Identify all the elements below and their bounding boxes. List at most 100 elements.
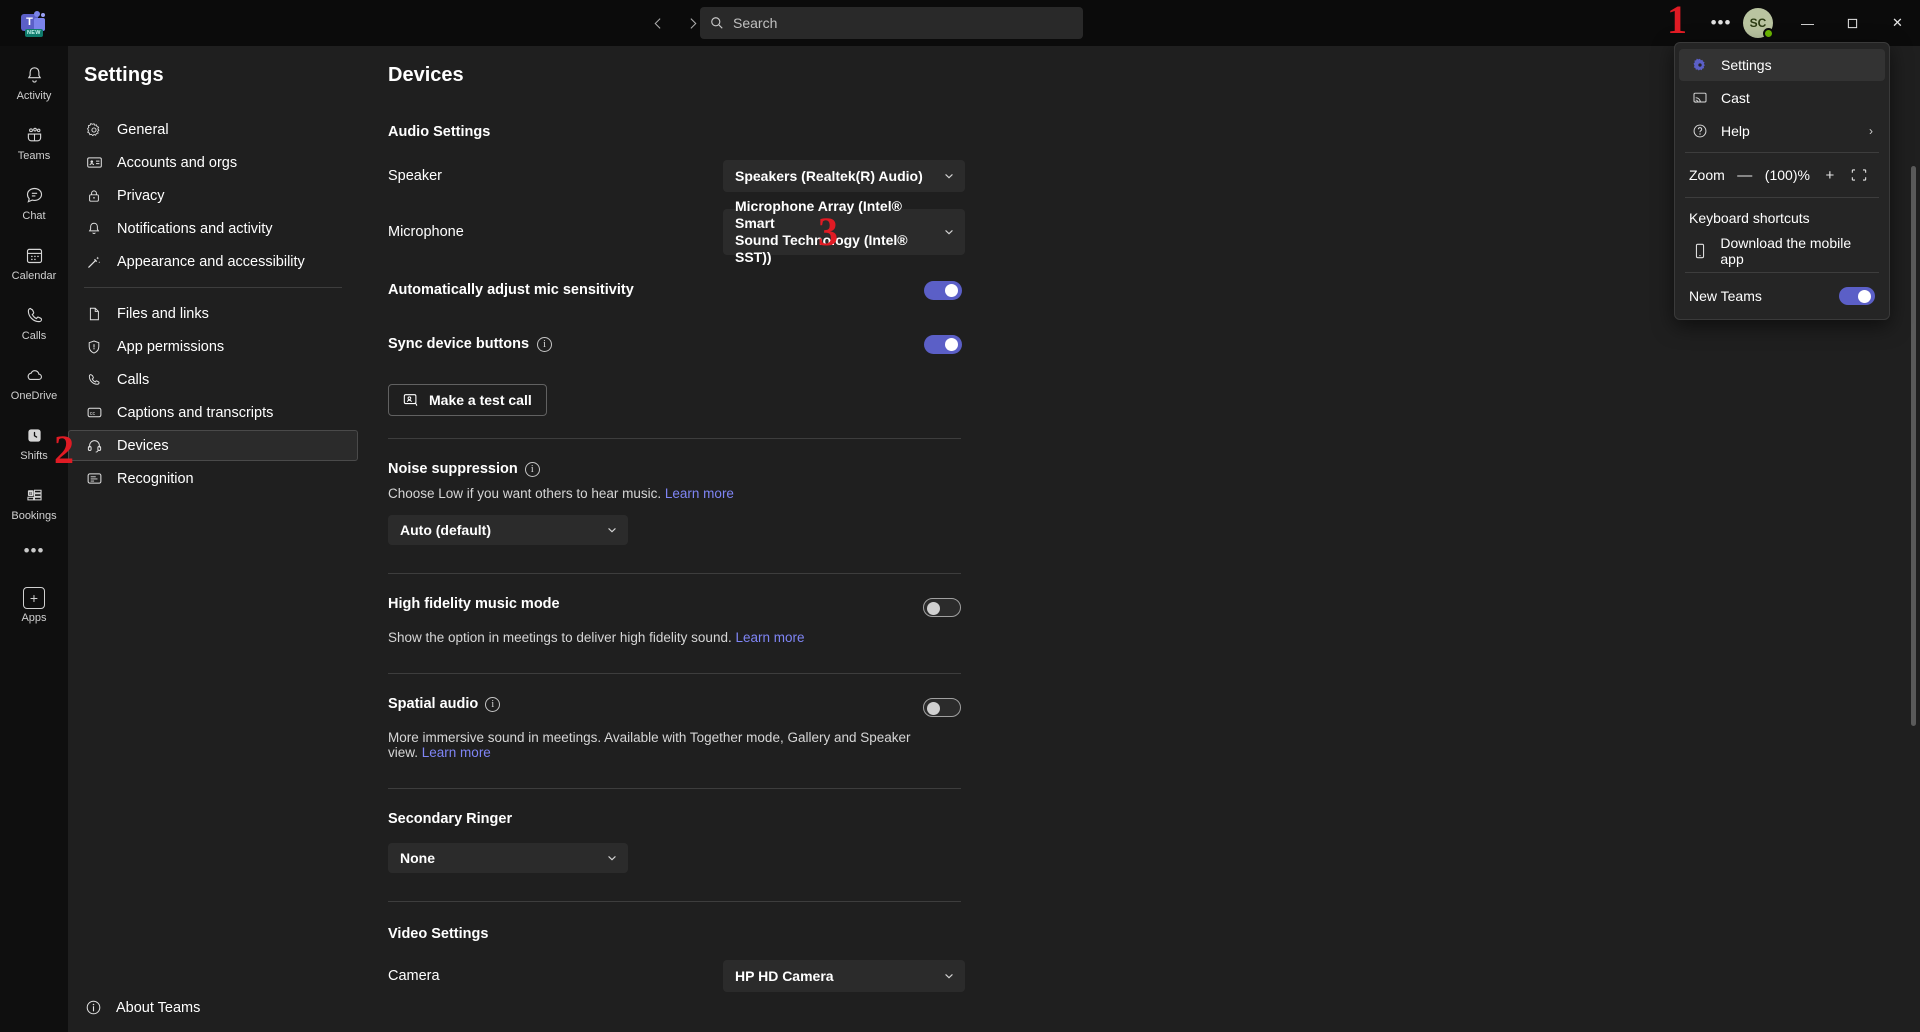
rail-item-calls[interactable]: Calls <box>2 294 66 352</box>
menu-label-help: Help <box>1721 123 1750 139</box>
sidebar-item-files-and-links[interactable]: Files and links <box>68 298 358 329</box>
sidebar-label-privacy: Privacy <box>117 187 165 204</box>
menu-item-cast[interactable]: Cast <box>1679 82 1885 114</box>
spatial-audio-toggle[interactable] <box>923 698 961 717</box>
rail-item-shifts[interactable]: Shifts <box>2 414 66 472</box>
secondary-ringer-dropdown[interactable]: None <box>388 843 628 873</box>
sync-device-buttons-label: Sync device buttons <box>388 336 530 352</box>
sidebar-label-appearance-and-accessibility: Appearance and accessibility <box>117 253 305 270</box>
noise-suppression-learn-more-link[interactable]: Learn more <box>665 486 734 501</box>
sidebar-label-captions-and-transcripts: Captions and transcripts <box>117 404 274 421</box>
rail-item-activity[interactable]: Activity <box>2 54 66 112</box>
bookings-icon: B <box>24 485 45 507</box>
menu-divider-2 <box>1685 197 1879 198</box>
sidebar-item-calls[interactable]: Calls <box>68 364 358 395</box>
info-icon[interactable]: i <box>485 696 501 712</box>
auto-mic-sensitivity-toggle[interactable] <box>924 280 962 300</box>
nav-divider-1 <box>84 287 342 288</box>
auto-mic-toggle-wrap <box>924 280 962 300</box>
divider-1 <box>388 438 961 439</box>
fullscreen-icon[interactable] <box>1850 168 1868 182</box>
sidebar-item-privacy[interactable]: Privacy <box>68 180 358 211</box>
more-options-button[interactable]: ••• <box>1703 7 1739 39</box>
search-input[interactable]: Search <box>733 15 777 31</box>
zoom-in-button[interactable]: + <box>1823 167 1837 184</box>
shield-icon <box>85 339 103 355</box>
secondary-ringer-title: Secondary Ringer <box>388 811 513 827</box>
noise-suppression-desc-text: Choose Low if you want others to hear mu… <box>388 486 662 501</box>
maximize-button[interactable] <box>1830 0 1875 46</box>
rail-label-calendar: Calendar <box>11 269 57 282</box>
sidebar-item-app-permissions[interactable]: App permissions <box>68 331 358 362</box>
chevron-down-icon <box>606 524 618 536</box>
contact-card-icon <box>85 154 103 171</box>
search-icon <box>710 16 724 30</box>
rail-item-teams[interactable]: Teams <box>2 114 66 172</box>
make-test-call-button[interactable]: Make a test call <box>388 384 547 416</box>
file-icon <box>85 306 103 322</box>
high-fidelity-title: High fidelity music mode <box>388 596 560 612</box>
divider-4 <box>388 788 961 789</box>
menu-item-keyboard-shortcuts[interactable]: Keyboard shortcuts <box>1675 203 1889 233</box>
menu-zoom-row: Zoom — (100)% + <box>1675 158 1889 192</box>
page-title: Settings <box>84 63 164 86</box>
new-teams-toggle[interactable] <box>1839 287 1875 305</box>
menu-item-settings[interactable]: Settings <box>1679 49 1885 81</box>
video-settings-title: Video Settings <box>388 926 489 942</box>
spatial-audio-block: Spatial audio i More immersive sound in … <box>388 696 961 760</box>
speaker-dropdown-wrap: Speakers (Realtek(R) Audio) <box>723 160 965 192</box>
menu-label-settings: Settings <box>1721 57 1772 73</box>
noise-suppression-dropdown[interactable]: Auto (default) <box>388 515 628 545</box>
avatar[interactable]: SC <box>1743 8 1774 39</box>
settings-panel-header: Settings <box>68 46 358 104</box>
camera-dropdown[interactable]: HP HD Camera <box>723 960 965 992</box>
rail-item-apps[interactable]: + Apps <box>2 576 66 634</box>
rail-item-onedrive[interactable]: OneDrive <box>2 354 66 412</box>
spatial-audio-learn-more-link[interactable]: Learn more <box>422 745 491 760</box>
sidebar-item-appearance-and-accessibility[interactable]: Appearance and accessibility <box>68 246 358 277</box>
microphone-dropdown[interactable]: Microphone Array (Intel® Smart Sound Tec… <box>723 198 965 265</box>
info-icon[interactable]: i <box>537 336 553 352</box>
sidebar-item-recognition[interactable]: Recognition <box>68 463 358 494</box>
minimize-button[interactable]: — <box>1785 0 1830 46</box>
sidebar-item-notifications-and-activity[interactable]: Notifications and activity <box>68 213 358 244</box>
title-bar: T NEW Search ••• SC — ✕ <box>0 0 1920 46</box>
devices-settings-content: Audio Settings Speaker Speakers (Realtek… <box>388 104 1088 992</box>
sidebar-item-devices[interactable]: Devices <box>68 430 358 461</box>
microphone-value-line1: Microphone Array (Intel® Smart <box>735 198 902 231</box>
sidebar-item-general[interactable]: General <box>68 114 358 145</box>
avatar-initials: SC <box>1749 16 1767 30</box>
sidebar-label-files-and-links: Files and links <box>117 305 209 322</box>
back-button[interactable] <box>642 7 674 39</box>
rail-item-chat[interactable]: Chat <box>2 174 66 232</box>
rail-more-button[interactable]: ••• <box>2 534 66 568</box>
new-teams-label: New Teams <box>1689 288 1762 304</box>
speaker-dropdown[interactable]: Speakers (Realtek(R) Audio) <box>723 160 965 192</box>
bell-icon <box>85 221 103 237</box>
search-box[interactable]: Search <box>700 7 1083 39</box>
svg-text:B: B <box>29 491 32 497</box>
sidebar-label-recognition: Recognition <box>117 470 194 487</box>
sync-device-buttons-toggle[interactable] <box>924 334 962 354</box>
menu-item-download-mobile-app[interactable]: Download the mobile app <box>1679 235 1885 267</box>
info-icon[interactable]: i <box>524 461 540 477</box>
high-fidelity-learn-more-link[interactable]: Learn more <box>735 630 804 645</box>
cloud-icon <box>23 365 45 387</box>
menu-label-cast: Cast <box>1721 90 1750 106</box>
rail-item-bookings[interactable]: B Bookings <box>2 474 66 532</box>
close-button[interactable]: ✕ <box>1875 0 1920 46</box>
sidebar-item-accounts-and-orgs[interactable]: Accounts and orgs <box>68 147 358 178</box>
rail-item-calendar[interactable]: Calendar <box>2 234 66 292</box>
high-fidelity-toggle[interactable] <box>923 598 961 617</box>
main-scrollbar[interactable] <box>1911 166 1916 726</box>
calendar-icon <box>24 245 45 267</box>
sidebar-item-captions-and-transcripts[interactable]: cc Captions and transcripts <box>68 397 358 428</box>
menu-item-help[interactable]: Help › <box>1679 115 1885 147</box>
sync-device-buttons-row: Sync device buttons i <box>388 328 1088 360</box>
about-teams-item[interactable]: About Teams <box>68 999 358 1016</box>
microphone-dropdown-wrap: Microphone Array (Intel® Smart Sound Tec… <box>723 198 965 265</box>
presence-indicator <box>1763 28 1774 39</box>
app-rail: Activity Teams Chat Calendar Calls OneDr… <box>0 46 68 1032</box>
zoom-level-value: (100)% <box>1764 167 1810 183</box>
zoom-out-button[interactable]: — <box>1737 167 1752 184</box>
